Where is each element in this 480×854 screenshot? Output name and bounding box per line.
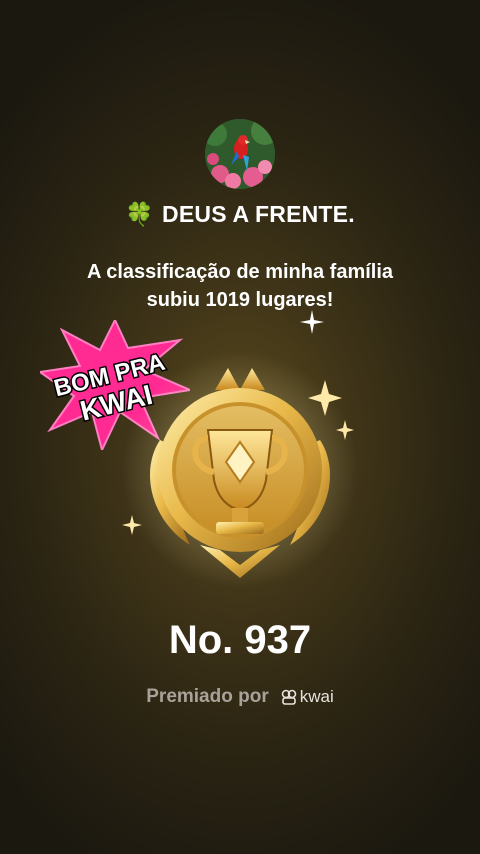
four-leaf-clover-icon: 🍀 bbox=[125, 201, 155, 227]
kwai-logo-icon bbox=[281, 689, 297, 705]
ranking-message: A classificação de minha família subiu 1… bbox=[40, 258, 440, 314]
sparkle-icon bbox=[300, 310, 324, 334]
awarded-by-label: Premiado por bbox=[146, 686, 269, 707]
awarded-by: Premiado por kwai bbox=[0, 686, 480, 708]
gold-trophy-medal-icon bbox=[122, 352, 358, 588]
message-line-2: subiu 1019 lugares! bbox=[146, 289, 334, 311]
rank-number: No. 937 bbox=[168, 618, 312, 662]
kwai-brand-text: kwai bbox=[299, 687, 334, 706]
kwai-logo: kwai bbox=[281, 687, 334, 707]
parrot-flowers-avatar-icon bbox=[205, 119, 275, 189]
avatar[interactable] bbox=[205, 119, 275, 189]
message-line-1: A classificação de minha família bbox=[86, 261, 394, 283]
user-name-text: DEUS A FRENTE. bbox=[162, 201, 355, 227]
user-name: 🍀 DEUS A FRENTE. bbox=[0, 201, 480, 228]
